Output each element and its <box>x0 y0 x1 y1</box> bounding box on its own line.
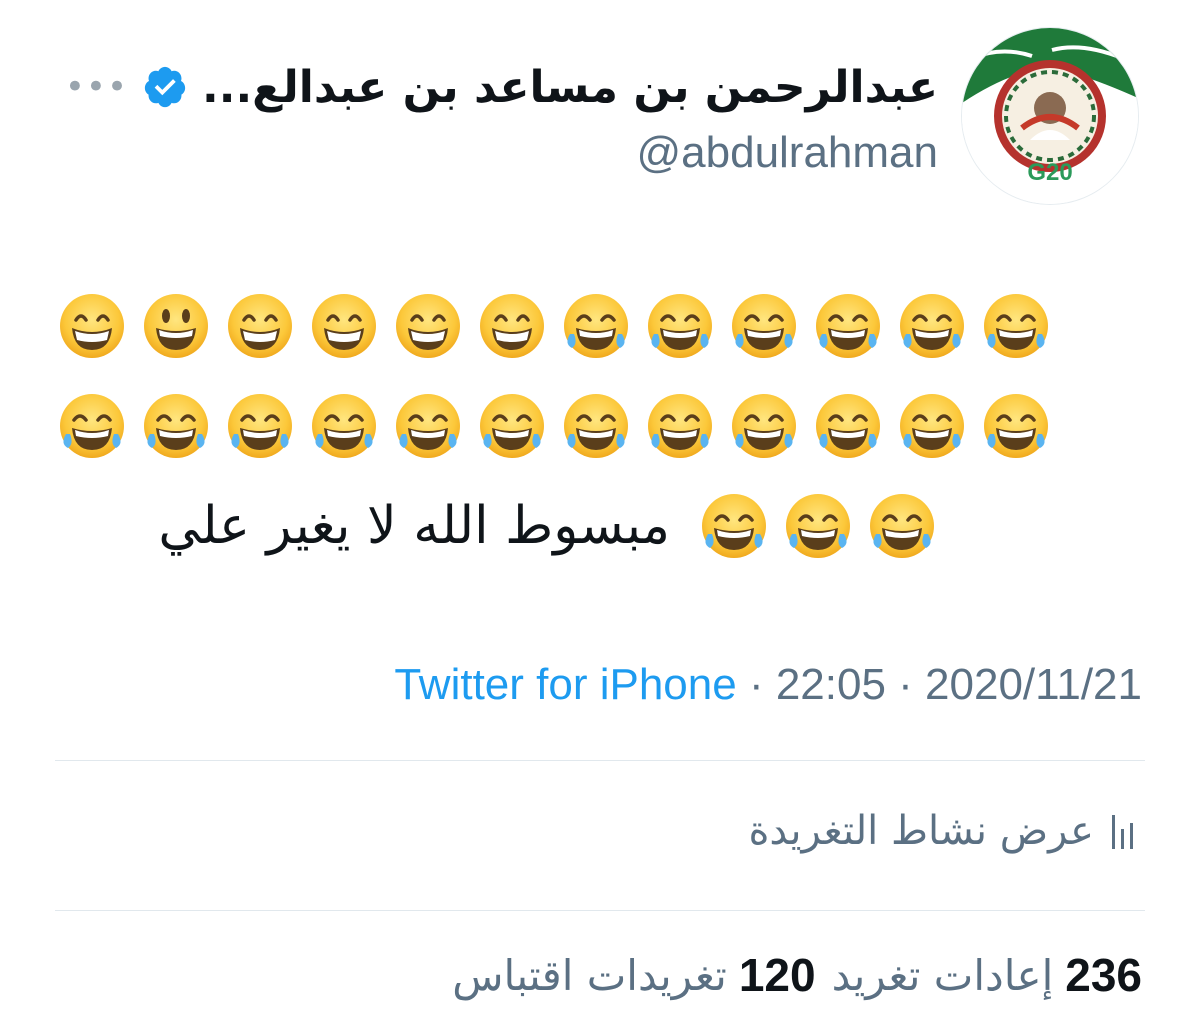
face-with-tears-of-joy-emoji <box>980 290 1052 362</box>
face-with-tears-of-joy-emoji <box>476 390 548 462</box>
face-with-tears-of-joy-emoji <box>812 390 884 462</box>
retweets-count: 236 <box>1065 949 1142 1001</box>
author-row: عبدالرحمن بن مساعد بن عبدالع... ••• <box>65 55 938 119</box>
face-with-tears-of-joy-emoji <box>560 390 632 462</box>
retweets-label: إعادات تغريد <box>831 950 1054 1000</box>
tweet-text: مبسوط الله لا يغير علي <box>158 496 670 556</box>
face-with-tears-of-joy-emoji <box>728 290 800 362</box>
tweet-date[interactable]: 2020/11/21 <box>925 660 1142 709</box>
tweet-time[interactable]: 22:05 <box>776 660 886 709</box>
more-options-icon[interactable]: ••• <box>65 70 128 104</box>
quote-tweets-count: 120 <box>738 949 816 1001</box>
grinning-face-emoji <box>476 290 548 362</box>
face-with-tears-of-joy-emoji <box>644 290 716 362</box>
face-with-tears-of-joy-emoji <box>140 390 212 462</box>
tweet-activity-label: عرض نشاط التغريدة <box>748 808 1094 854</box>
view-tweet-activity-button[interactable]: عرض نشاط التغريدة <box>748 808 1140 854</box>
face-with-tears-of-joy-emoji <box>644 390 716 462</box>
smiley-face-emoji <box>140 290 212 362</box>
face-with-tears-of-joy-emoji <box>224 390 296 462</box>
quote-tweets-stat[interactable]: 120 تغريدات اقتباس <box>452 948 815 1002</box>
author-display-name[interactable]: عبدالرحمن بن مساعد بن عبدالع... <box>202 62 938 113</box>
emoji-row-3 <box>698 490 938 562</box>
face-with-tears-of-joy-emoji <box>698 490 770 562</box>
face-with-tears-of-joy-emoji <box>782 490 854 562</box>
quote-tweets-label: تغريدات اقتباس <box>452 950 727 1000</box>
emoji-row-2 <box>56 390 1052 462</box>
grinning-face-emoji <box>308 290 380 362</box>
grinning-face-emoji <box>224 290 296 362</box>
avatar-g20-text: G20 <box>1027 159 1072 186</box>
face-with-tears-of-joy-emoji <box>56 390 128 462</box>
grinning-face-emoji <box>392 290 464 362</box>
face-with-tears-of-joy-emoji <box>896 390 968 462</box>
author-handle[interactable]: @abdulrahman <box>636 128 938 178</box>
face-with-tears-of-joy-emoji <box>866 490 938 562</box>
face-with-tears-of-joy-emoji <box>560 290 632 362</box>
face-with-tears-of-joy-emoji <box>308 390 380 462</box>
grinning-face-emoji <box>56 290 128 362</box>
meta-separator: · <box>885 660 926 709</box>
avatar-image: G20 <box>962 28 1138 204</box>
face-with-tears-of-joy-emoji <box>392 390 464 462</box>
face-with-tears-of-joy-emoji <box>728 390 800 462</box>
face-with-tears-of-joy-emoji <box>896 290 968 362</box>
divider <box>55 910 1145 911</box>
retweets-stat[interactable]: 236 إعادات تغريد <box>832 948 1142 1002</box>
face-with-tears-of-joy-emoji <box>980 390 1052 462</box>
tweet-source-link[interactable]: Twitter for iPhone <box>394 660 736 709</box>
meta-separator: · <box>736 660 776 709</box>
avatar[interactable]: G20 <box>962 28 1138 204</box>
face-with-tears-of-joy-emoji <box>812 290 884 362</box>
divider <box>55 760 1145 761</box>
verified-badge-icon <box>144 66 186 108</box>
tweet-meta: Twitter for iPhone · 22:05 · 2020/11/21 <box>394 660 1142 710</box>
tweet-stats: 236 إعادات تغريد 120 تغريدات اقتباس <box>452 948 1142 1002</box>
emoji-row-1 <box>56 290 1052 362</box>
analytics-bar-icon <box>1112 815 1133 849</box>
